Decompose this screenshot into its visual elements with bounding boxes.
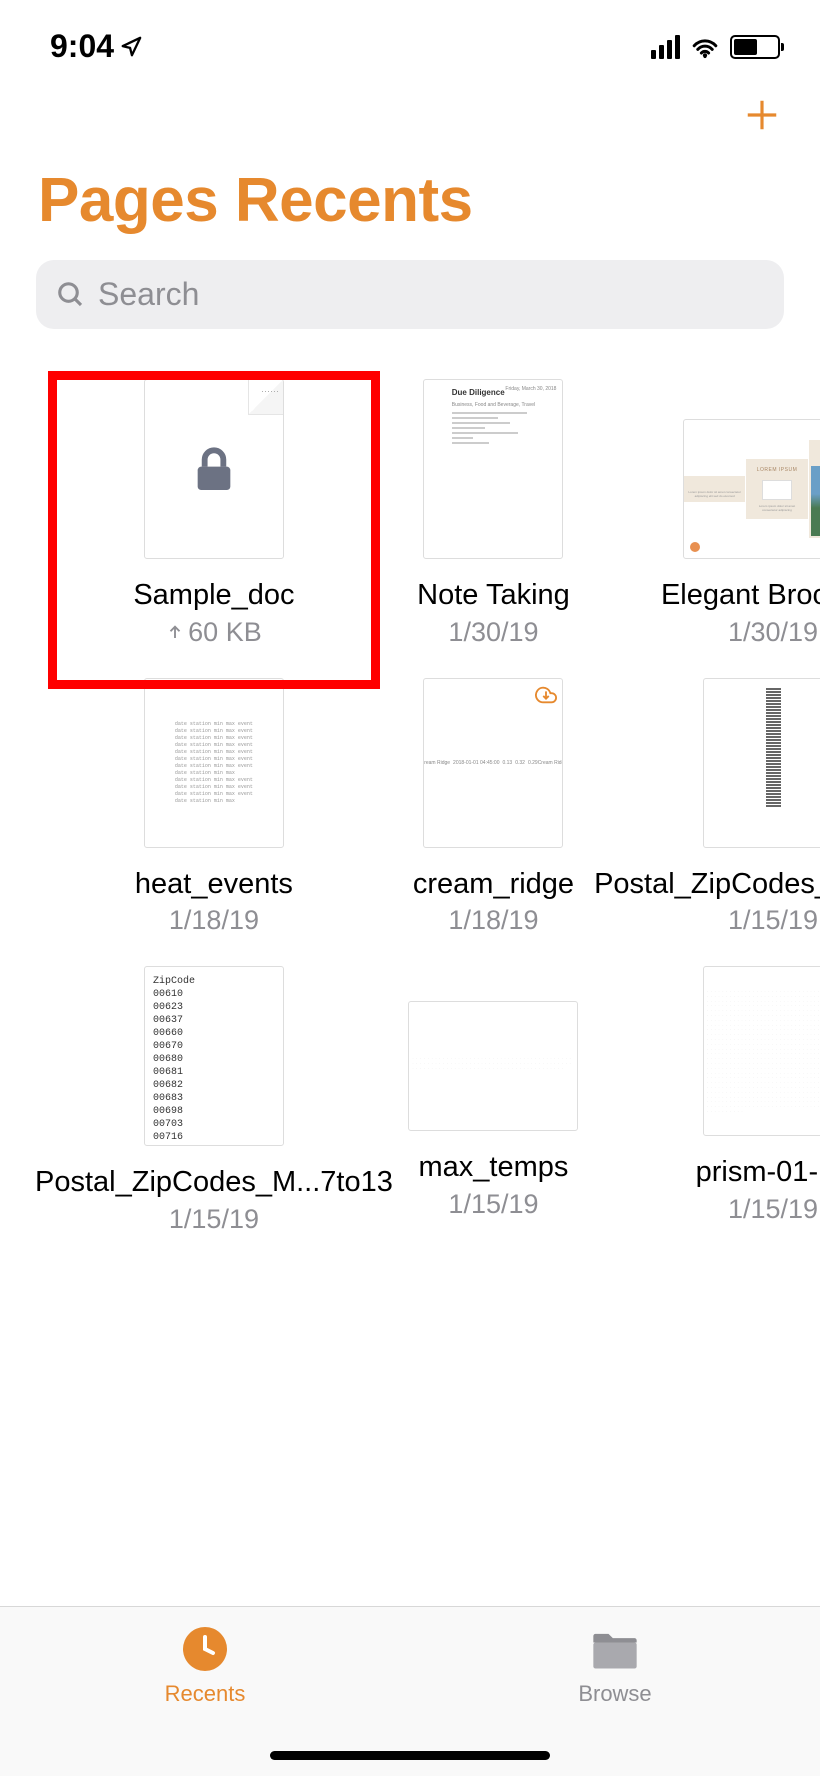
doc-name: Postal_ZipCodes_M...7to13 bbox=[30, 1164, 398, 1202]
search-icon bbox=[56, 280, 86, 310]
doc-name: Note Taking bbox=[412, 577, 575, 615]
doc-item-notetaking[interactable]: Friday, March 30, 2018 Due Diligence Bus… bbox=[408, 379, 579, 648]
documents-grid: ⋯⋯ Sample_doc 60 KB Friday, March 30, 20… bbox=[0, 349, 820, 1265]
doc-name: cream_ridge bbox=[408, 866, 579, 904]
doc-thumbnail: date station min max event date station … bbox=[144, 678, 284, 848]
plus-icon bbox=[743, 96, 781, 134]
doc-meta: 1/15/19 bbox=[169, 1204, 259, 1235]
location-icon bbox=[120, 36, 142, 58]
doc-name: Sample_doc bbox=[128, 577, 299, 615]
folder-icon bbox=[589, 1625, 641, 1673]
cloud-download-icon bbox=[535, 684, 557, 706]
doc-thumbnail: Lorem ipsum dolor sit amet consectetur a… bbox=[683, 419, 820, 559]
doc-item-cream[interactable]: Cream Ridge2018-01-01 04:00:000.14 Cream… bbox=[408, 678, 579, 937]
doc-thumbnail: · · · · · · · · · · · · · · · · · · · · … bbox=[703, 966, 820, 1136]
status-right bbox=[651, 35, 780, 59]
doc-thumbnail: ZipCode 00610 00623 00637 00660 00670 00… bbox=[144, 966, 284, 1146]
doc-thumbnail: ⋯⋯ bbox=[144, 379, 284, 559]
doc-item-sample[interactable]: ⋯⋯ Sample_doc 60 KB bbox=[30, 379, 398, 648]
search-placeholder: Search bbox=[98, 276, 199, 313]
search-input[interactable]: Search bbox=[36, 260, 784, 329]
page-title: Pages Recents bbox=[0, 145, 820, 252]
doc-thumbnail: · · · · · · · · · · · · · · · · · · · · … bbox=[408, 1001, 578, 1131]
doc-thumbnail: Cream Ridge2018-01-01 04:00:000.14 Cream… bbox=[423, 678, 563, 848]
doc-item-postal2[interactable]: ZipCode 00610 00623 00637 00660 00670 00… bbox=[30, 966, 398, 1235]
upload-icon bbox=[166, 623, 184, 641]
status-bar: 9:04 bbox=[0, 0, 820, 75]
time-text: 9:04 bbox=[50, 28, 114, 65]
doc-item-brochure[interactable]: Lorem ipsum dolor sit amet consectetur a… bbox=[589, 379, 820, 648]
doc-name: heat_events bbox=[130, 866, 298, 904]
add-button[interactable] bbox=[742, 95, 782, 135]
doc-item-postal1[interactable]: Postal_ZipCodes_M...7to13 1/15/19 bbox=[589, 678, 820, 937]
doc-thumbnail bbox=[703, 678, 820, 848]
doc-meta: 1/30/19 bbox=[728, 617, 818, 648]
home-indicator[interactable] bbox=[270, 1751, 550, 1760]
doc-thumbnail: Friday, March 30, 2018 Due Diligence Bus… bbox=[423, 379, 563, 559]
doc-meta: 1/18/19 bbox=[448, 905, 538, 936]
doc-meta: 1/18/19 bbox=[169, 905, 259, 936]
tab-bar: Recents Browse bbox=[0, 1606, 820, 1776]
tab-label: Browse bbox=[578, 1681, 651, 1707]
wifi-icon bbox=[690, 35, 720, 59]
doc-item-maxtemps[interactable]: · · · · · · · · · · · · · · · · · · · · … bbox=[408, 966, 579, 1235]
clock-icon bbox=[181, 1625, 229, 1673]
tab-label: Recents bbox=[165, 1681, 246, 1707]
doc-meta: 1/15/19 bbox=[448, 1189, 538, 1220]
doc-name: Elegant Brochure bbox=[656, 577, 820, 615]
doc-meta: 1/30/19 bbox=[448, 617, 538, 648]
lock-icon bbox=[186, 441, 242, 497]
doc-item-heat[interactable]: date station min max event date station … bbox=[30, 678, 398, 937]
nav-bar bbox=[0, 75, 820, 145]
doc-meta: 1/15/19 bbox=[728, 905, 818, 936]
cellular-signal-icon bbox=[651, 35, 680, 59]
doc-name: Postal_ZipCodes_M...7to13 bbox=[589, 866, 820, 904]
doc-name: prism-01-17 bbox=[691, 1154, 820, 1192]
battery-icon bbox=[730, 35, 780, 59]
doc-meta: 60 KB bbox=[166, 617, 262, 648]
doc-item-prism[interactable]: · · · · · · · · · · · · · · · · · · · · … bbox=[589, 966, 820, 1235]
doc-name: max_temps bbox=[414, 1149, 574, 1187]
doc-meta: 1/15/19 bbox=[728, 1194, 818, 1225]
status-time: 9:04 bbox=[50, 28, 142, 65]
